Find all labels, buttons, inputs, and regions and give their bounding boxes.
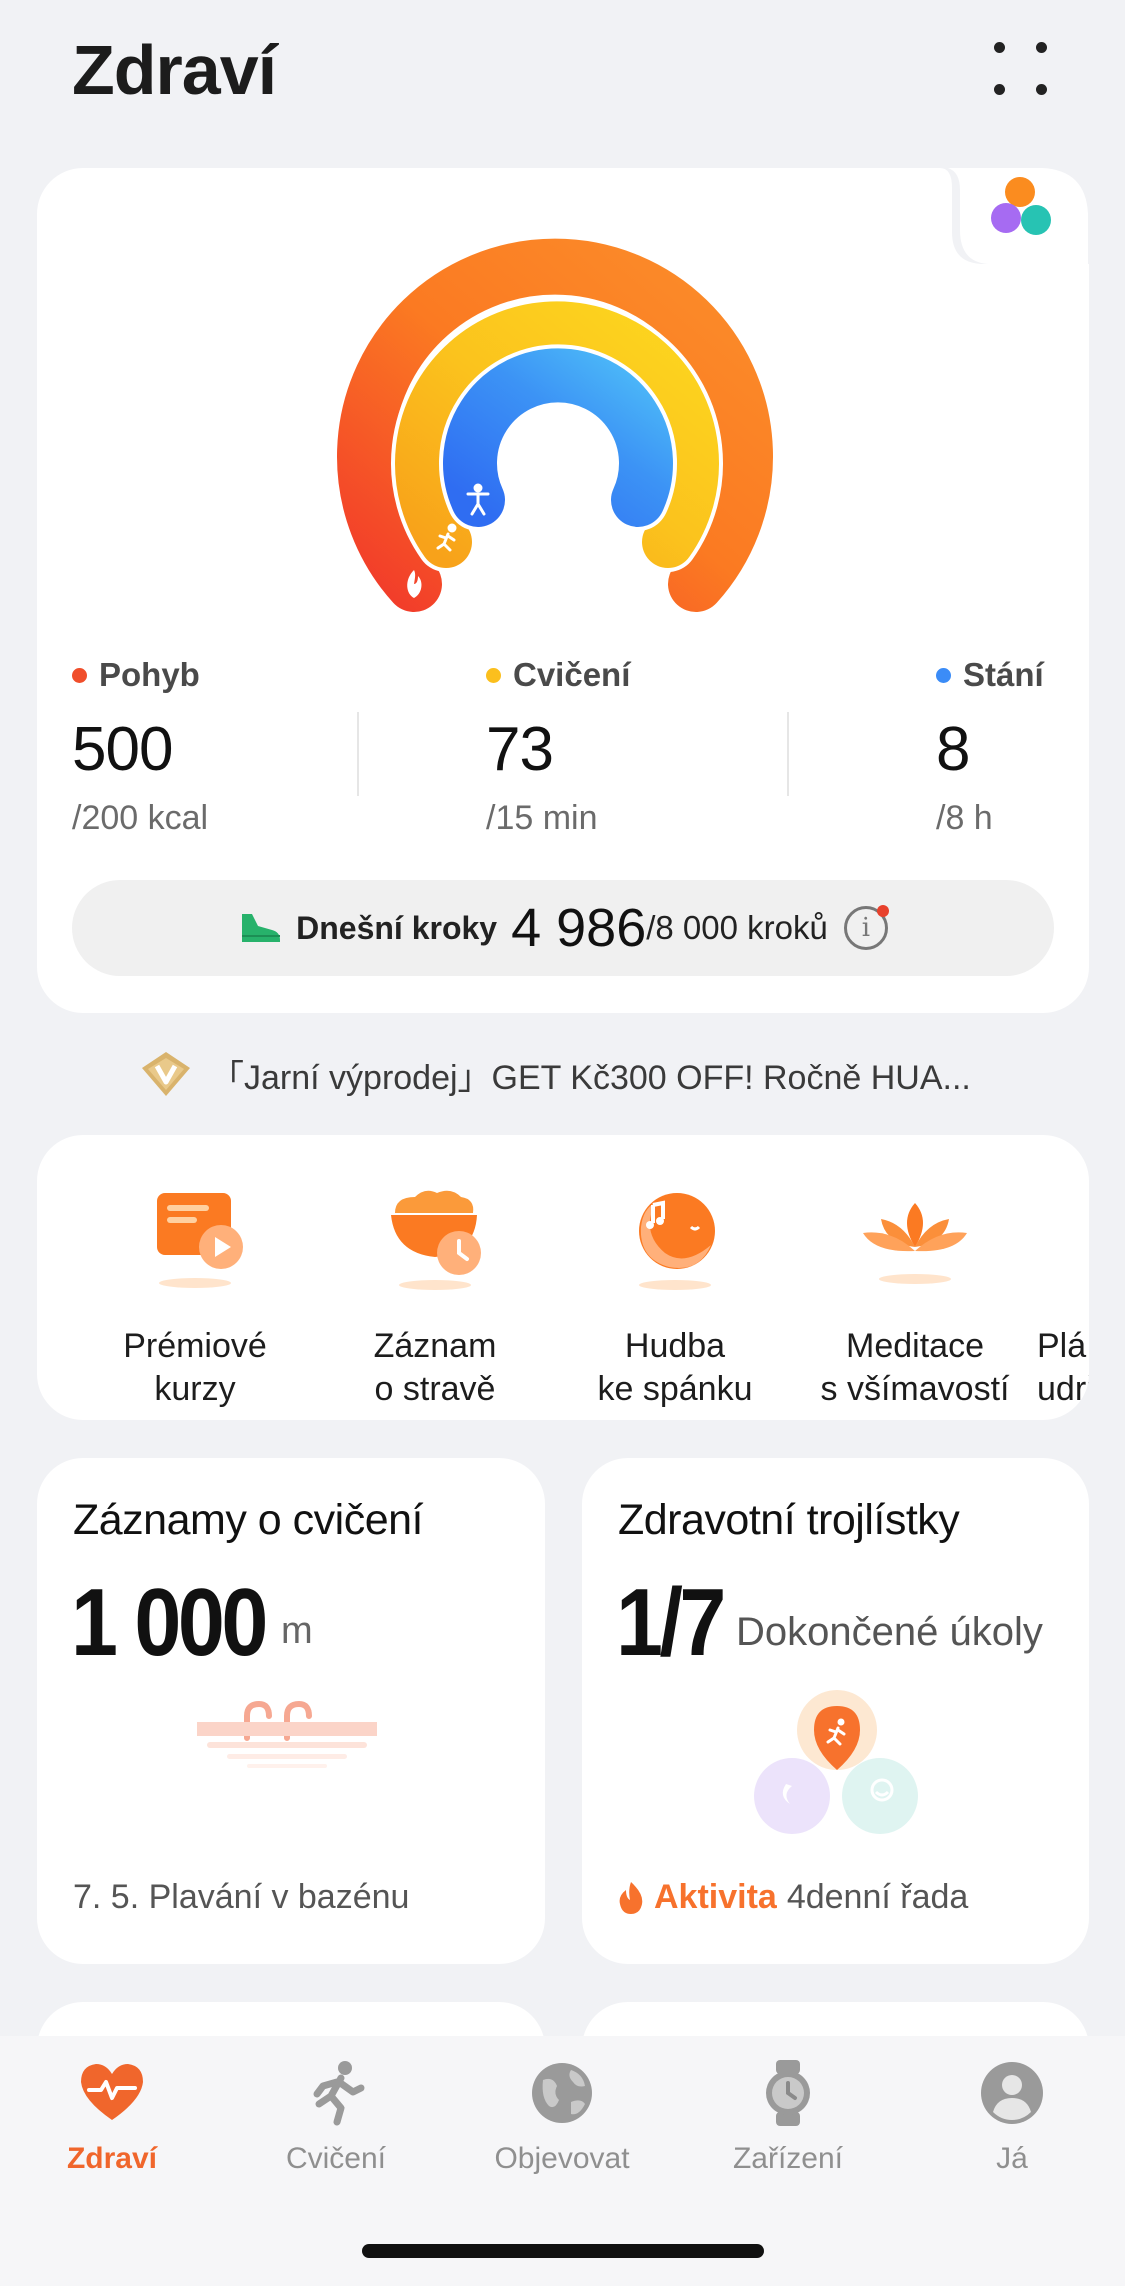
exercise-records-card[interactable]: Záznamy o cvičení 1 000 m 7. 5. Plavání … <box>37 1458 545 1964</box>
profile-icon <box>981 2062 1043 2124</box>
premium-course-icon <box>157 1193 243 1288</box>
tab-label: Zdraví <box>66 2142 158 2175</box>
shoe-icon <box>242 914 281 942</box>
diet-log-icon <box>391 1190 481 1290</box>
exercise-metric[interactable]: Cvičení 73 /15 min <box>486 656 630 838</box>
service-label: Hudba ke spánku <box>597 1327 753 1408</box>
divider <box>357 712 359 796</box>
sleep-music-icon <box>639 1193 715 1290</box>
exercise-distance: 1 000 <box>71 1569 268 1676</box>
metric-label: Cvičení <box>513 656 631 693</box>
streak-category: Aktivita <box>654 1878 777 1916</box>
daily-steps-bar[interactable]: Dnešní kroky 4 986 /8 000 kroků i <box>72 880 1054 976</box>
pool-icon <box>197 1700 377 1768</box>
rings-toggle-icon[interactable] <box>940 168 1090 264</box>
service-label: Záznam o stravě <box>373 1327 497 1408</box>
flame-icon <box>619 1881 643 1914</box>
more-options-icon[interactable] <box>990 38 1060 108</box>
promo-text: 「Jarní výprodej」GET Kč300 OFF! Ročně HUA… <box>210 1058 971 1097</box>
service-label: Meditace s všímavostí <box>820 1327 1010 1408</box>
stand-ring <box>443 348 673 527</box>
trefoil-subtitle: Dokončené úkoly <box>736 1610 1043 1654</box>
watch-icon <box>766 2060 810 2126</box>
home-indicator <box>362 2244 764 2258</box>
info-icon[interactable]: i <box>843 905 889 950</box>
stand-dot <box>936 667 951 683</box>
heart-pulse-icon <box>81 2064 143 2120</box>
trefoil-progress: 1/7 <box>616 1569 726 1676</box>
activity-rings-chart <box>337 238 773 612</box>
metric-value: 500 <box>72 715 173 784</box>
plan-icon <box>1087 1183 1089 1293</box>
trefoil-streak: Aktivita 4denní řada <box>618 1878 968 1917</box>
exercise-last-activity: 7. 5. Plavání v bazénu <box>73 1878 410 1916</box>
steps-value: 4 986 <box>511 898 647 958</box>
trefoil-icon <box>754 1690 918 1834</box>
move-metric[interactable]: Pohyb 500 /200 kcal <box>72 656 208 838</box>
exercise-dot <box>486 667 501 683</box>
service-label: Prémiové kurzy <box>123 1327 267 1408</box>
promo-banner[interactable]: 「Jarní výprodej」GET Kč300 OFF! Ročně HUA… <box>140 1050 1070 1098</box>
stand-metric[interactable]: Stání 8 /8 h <box>936 656 1044 838</box>
metric-value: 73 <box>486 715 554 784</box>
page-title: Zdraví <box>72 31 277 109</box>
exercise-unit: m <box>281 1610 313 1652</box>
globe-icon <box>532 2063 592 2123</box>
health-trefoil-card[interactable]: Zdravotní trojlístky 1/7 Dokončené úkoly… <box>582 1458 1089 1964</box>
metric-goal: /200 kcal <box>72 799 209 837</box>
tab-label: Zařízení <box>732 2142 844 2175</box>
move-dot <box>72 667 87 683</box>
lotus-icon <box>863 1203 967 1284</box>
streak-text: 4denní řada <box>786 1878 969 1916</box>
service-label: Pláudrž <box>1037 1327 1089 1408</box>
vip-badge-icon <box>142 1052 190 1096</box>
runner-icon <box>313 2061 365 2126</box>
metric-label: Pohyb <box>99 656 200 693</box>
card-title: Zdravotní trojlístky <box>618 1496 960 1544</box>
card-title: Záznamy o cvičení <box>73 1496 423 1544</box>
services-carousel[interactable]: Prémiové kurzy Záznam o stravě Hudba ke spá… <box>37 1135 1089 1420</box>
metric-goal: /15 min <box>486 799 598 837</box>
steps-goal: /8 000 kroků <box>646 909 828 946</box>
steps-label: Dnešní kroky <box>296 909 498 946</box>
tab-label: Objevovat <box>494 2142 630 2175</box>
divider <box>787 712 789 796</box>
metric-goal: /8 h <box>936 799 993 837</box>
tab-label: Já <box>996 2142 1028 2175</box>
metric-label: Stání <box>963 656 1044 693</box>
metric-value: 8 <box>936 715 970 784</box>
tab-label: Cvičení <box>285 2142 387 2175</box>
